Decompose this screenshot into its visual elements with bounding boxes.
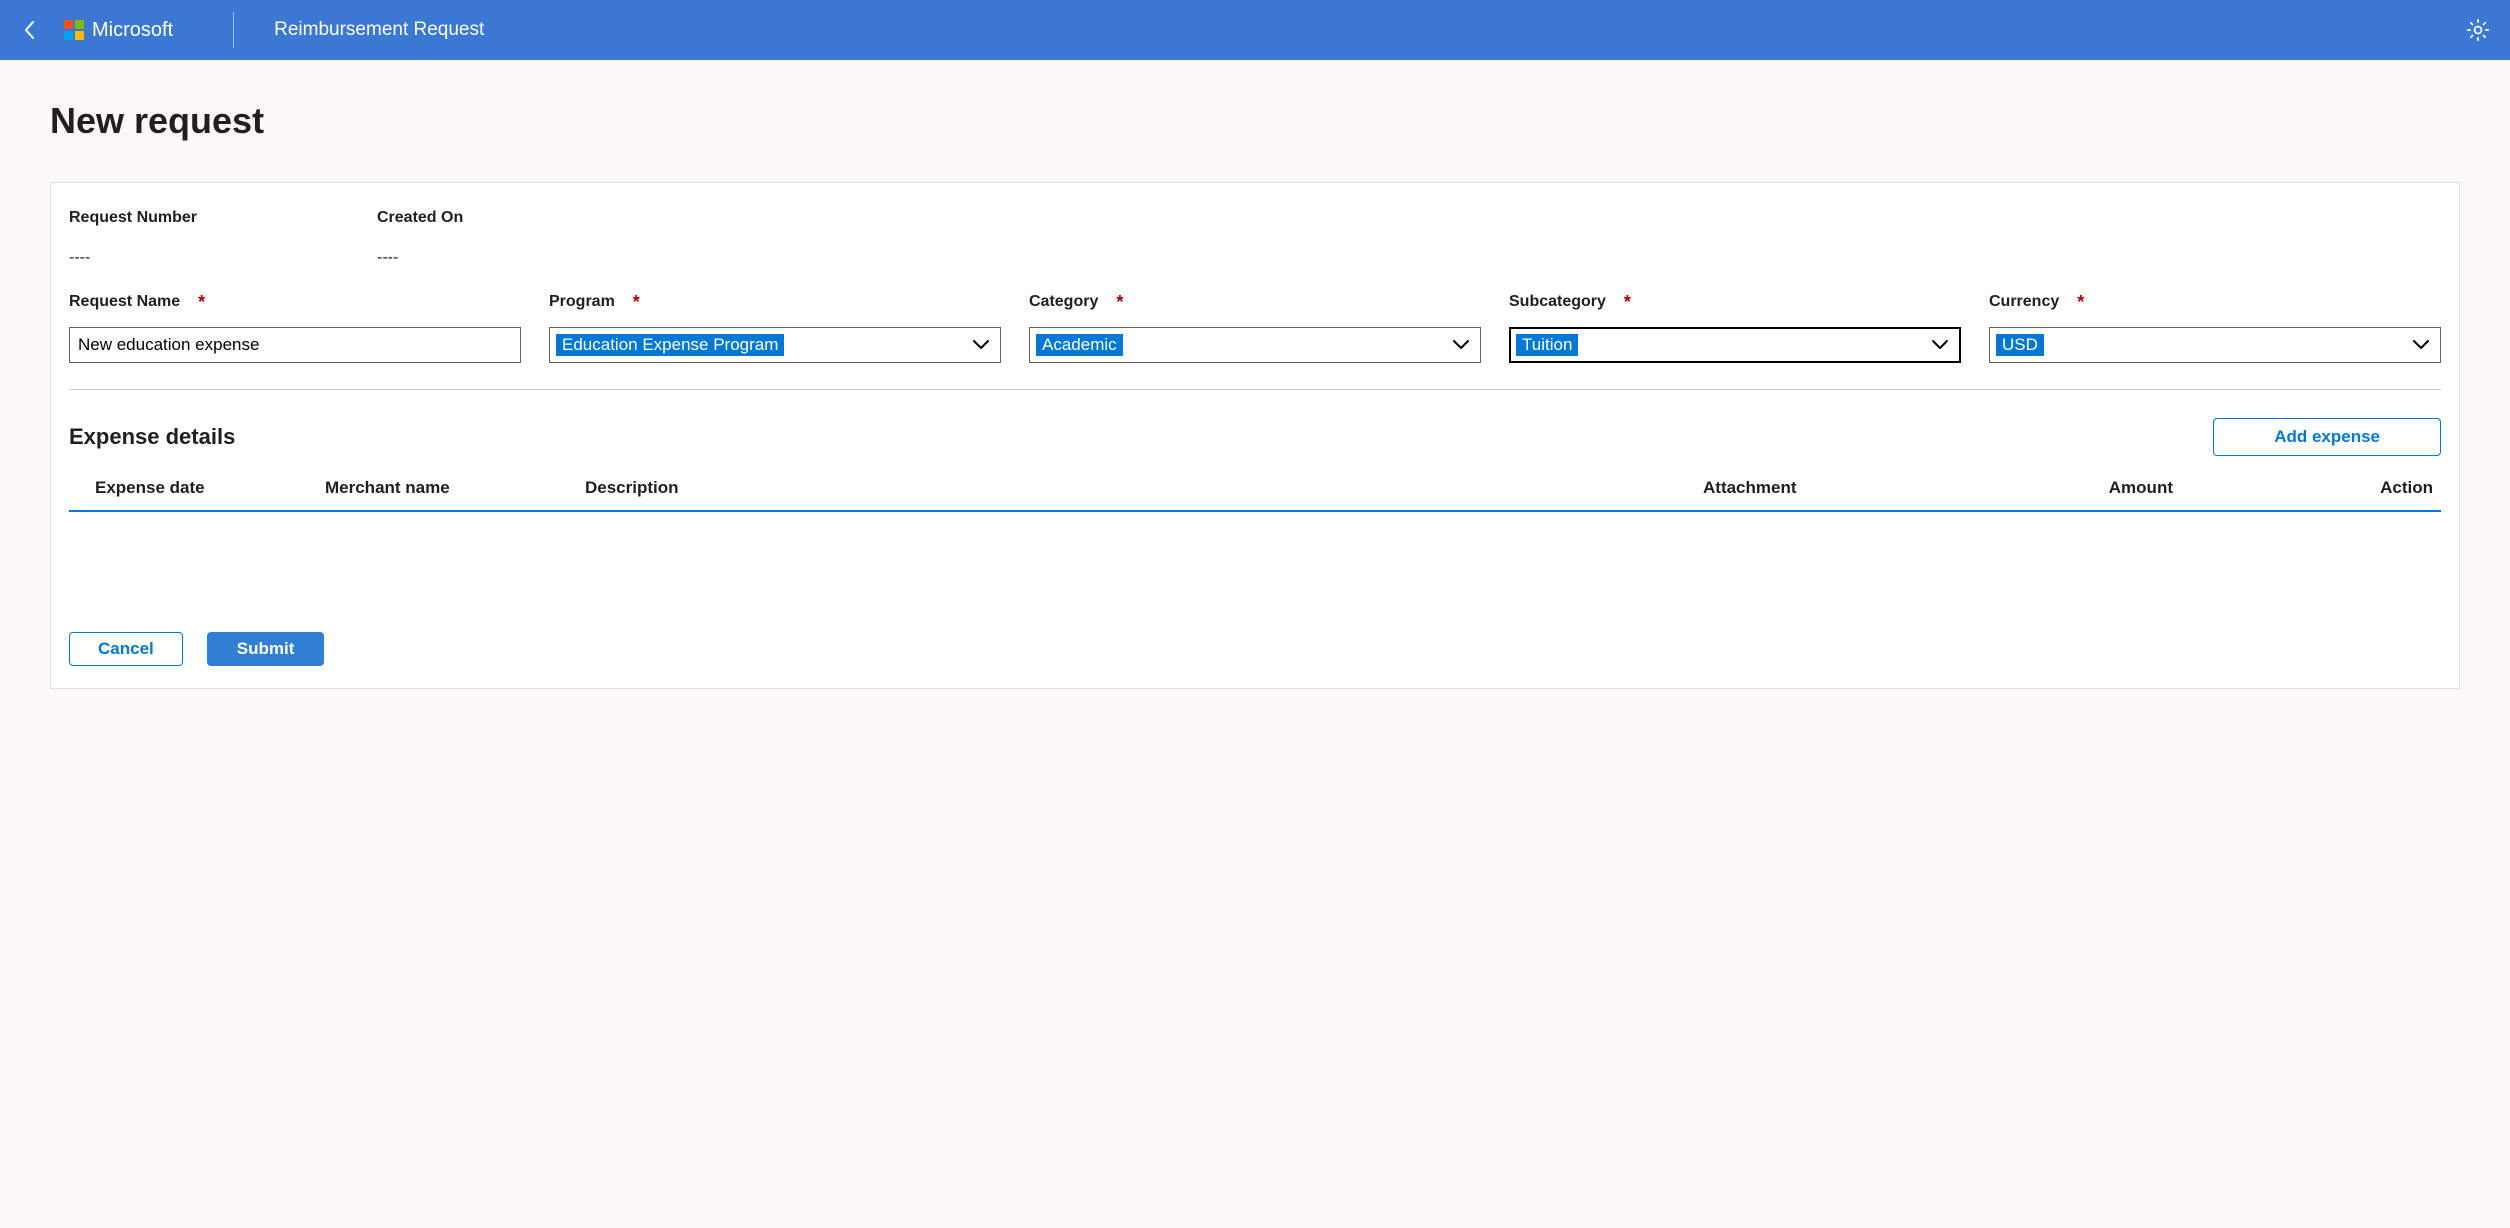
brand: Microsoft <box>64 19 173 42</box>
request-number-value: ---- <box>69 249 349 267</box>
chevron-down-icon <box>1452 339 1470 351</box>
expense-details-title: Expense details <box>69 424 235 450</box>
program-value: Education Expense Program <box>556 334 784 356</box>
required-star-icon: * <box>633 293 640 311</box>
page-title: New request <box>50 100 2460 142</box>
header-divider <box>233 12 234 48</box>
chevron-left-icon <box>23 20 37 40</box>
chevron-down-icon <box>2412 339 2430 351</box>
col-amount: Amount <box>1953 478 2173 498</box>
settings-button[interactable] <box>2464 16 2492 44</box>
app-title: Reimbursement Request <box>274 19 484 41</box>
category-value: Academic <box>1036 334 1123 356</box>
chevron-down-icon <box>1931 339 1949 351</box>
required-star-icon: * <box>1116 293 1123 311</box>
subcategory-value: Tuition <box>1516 334 1578 356</box>
category-select[interactable]: Academic <box>1029 327 1481 363</box>
currency-label: Currency <box>1989 293 2059 311</box>
required-star-icon: * <box>1624 293 1631 311</box>
request-number-label: Request Number <box>69 209 349 227</box>
chevron-down-icon <box>972 339 990 351</box>
col-attachment: Attachment <box>1703 478 1953 498</box>
add-expense-button[interactable]: Add expense <box>2213 418 2441 456</box>
required-star-icon: * <box>198 293 205 311</box>
form-row: Request Name * Program * Education Expen… <box>69 293 2441 390</box>
program-select[interactable]: Education Expense Program <box>549 327 1001 363</box>
col-expense-date: Expense date <box>95 478 325 498</box>
col-action: Action <box>2173 478 2433 498</box>
gear-icon <box>2465 17 2491 43</box>
created-on-value: ---- <box>377 249 657 267</box>
required-star-icon: * <box>2077 293 2084 311</box>
meta-row: Request Number ---- Created On ---- <box>69 209 2441 267</box>
back-button[interactable] <box>18 18 42 42</box>
submit-button[interactable]: Submit <box>207 632 325 666</box>
col-merchant-name: Merchant name <box>325 478 585 498</box>
subcategory-select[interactable]: Tuition <box>1509 327 1961 363</box>
created-on-label: Created On <box>377 209 657 227</box>
currency-value: USD <box>1996 334 2044 356</box>
brand-label: Microsoft <box>92 19 173 42</box>
program-label: Program <box>549 293 615 311</box>
currency-select[interactable]: USD <box>1989 327 2441 363</box>
request-card: Request Number ---- Created On ---- Requ… <box>50 182 2460 689</box>
request-name-input[interactable] <box>69 327 521 363</box>
expense-table-header: Expense date Merchant name Description A… <box>69 478 2441 512</box>
details-header: Expense details Add expense <box>69 418 2441 456</box>
request-name-label: Request Name <box>69 293 180 311</box>
category-label: Category <box>1029 293 1098 311</box>
app-header: Microsoft Reimbursement Request <box>0 0 2510 60</box>
col-description: Description <box>585 478 1703 498</box>
cancel-button[interactable]: Cancel <box>69 632 183 666</box>
page: New request Request Number ---- Created … <box>0 60 2510 729</box>
microsoft-logo-icon <box>64 20 84 40</box>
subcategory-label: Subcategory <box>1509 293 1606 311</box>
footer-buttons: Cancel Submit <box>69 632 2441 666</box>
